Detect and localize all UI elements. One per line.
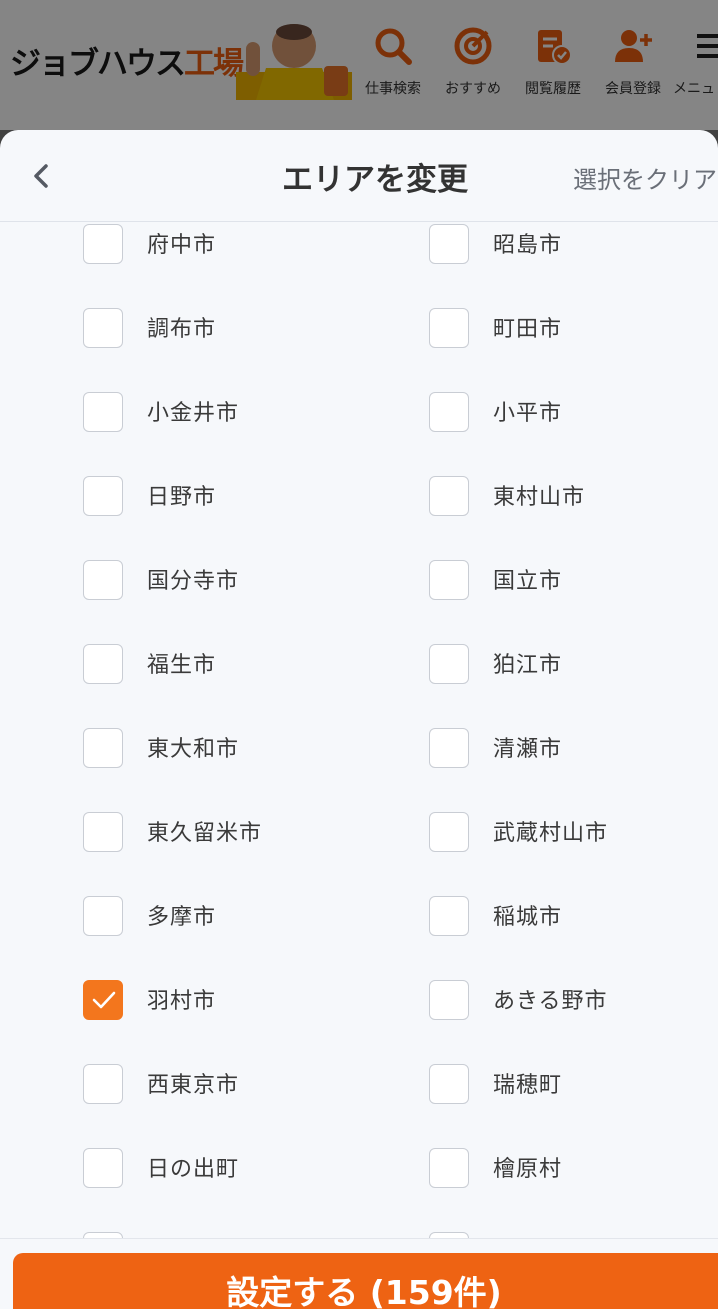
- area-label: 町田市: [493, 317, 563, 342]
- check-icon: [92, 991, 116, 1009]
- area-label: 国立市: [493, 569, 563, 594]
- area-checkbox[interactable]: [83, 560, 123, 600]
- area-list[interactable]: 府中市 昭島市調布市 町田市小金井市 小平市日野市 東村山市国分寺市 国立市福生市 狛江市東…: [0, 222, 718, 1238]
- area-label: 東久留米市: [147, 821, 263, 846]
- area-checkbox[interactable]: [429, 1064, 469, 1104]
- area-label: あきる野市: [493, 989, 608, 1014]
- area-modal: エリアを変更 選択をクリア 府中市 昭島市調布市 町田市小金井市 小平市日野市 東村山市…: [0, 130, 718, 1309]
- area-checkbox[interactable]: [429, 392, 469, 432]
- area-label: 武蔵村山市: [493, 821, 609, 846]
- area-checkbox[interactable]: [83, 896, 123, 936]
- area-checkbox[interactable]: [429, 896, 469, 936]
- area-checkbox[interactable]: [429, 644, 469, 684]
- area-label: 昭島市: [493, 233, 563, 258]
- area-checkbox[interactable]: [429, 980, 469, 1020]
- area-checkbox[interactable]: [429, 224, 469, 264]
- modal-header: エリアを変更 選択をクリア: [0, 130, 718, 222]
- area-label: 瑞穂町: [493, 1073, 563, 1098]
- modal-footer: 設定する (159件): [0, 1238, 718, 1309]
- area-label: 日の出町: [147, 1157, 240, 1182]
- area-checkbox[interactable]: [429, 476, 469, 516]
- area-checkbox[interactable]: [83, 1148, 123, 1188]
- area-label: 国分寺市: [147, 569, 240, 594]
- area-label: 小金井市: [147, 401, 240, 426]
- area-label: 東村山市: [493, 485, 586, 510]
- area-label: 小平市: [493, 401, 563, 426]
- area-label: 羽村市: [147, 989, 217, 1014]
- area-label: 稲城市: [493, 905, 563, 930]
- area-label: 西東京市: [147, 1073, 240, 1098]
- clear-selection-button[interactable]: 選択をクリア: [573, 160, 717, 195]
- area-checkbox[interactable]: [83, 728, 123, 768]
- area-label: 東大和市: [147, 737, 240, 762]
- area-checkbox[interactable]: [83, 644, 123, 684]
- area-label: 調布市: [147, 317, 217, 342]
- area-checkbox[interactable]: [83, 476, 123, 516]
- area-checkbox[interactable]: [83, 980, 123, 1020]
- area-label: 福生市: [147, 653, 217, 678]
- area-checkbox[interactable]: [83, 224, 123, 264]
- area-checkbox[interactable]: [83, 1064, 123, 1104]
- area-label: 日野市: [147, 485, 217, 510]
- area-checkbox[interactable]: [83, 308, 123, 348]
- area-checkbox[interactable]: [429, 728, 469, 768]
- area-label: 府中市: [147, 233, 217, 258]
- area-checkbox[interactable]: [83, 812, 123, 852]
- area-checkbox[interactable]: [429, 308, 469, 348]
- area-checkbox[interactable]: [429, 560, 469, 600]
- area-checkbox[interactable]: [429, 812, 469, 852]
- submit-button[interactable]: 設定する (159件): [13, 1253, 718, 1309]
- area-label: 多摩市: [147, 905, 217, 930]
- area-checkbox[interactable]: [83, 392, 123, 432]
- area-label: 清瀬市: [493, 737, 563, 762]
- area-label: 檜原村: [493, 1157, 563, 1182]
- area-checkbox[interactable]: [429, 1148, 469, 1188]
- area-label: 狛江市: [493, 653, 563, 678]
